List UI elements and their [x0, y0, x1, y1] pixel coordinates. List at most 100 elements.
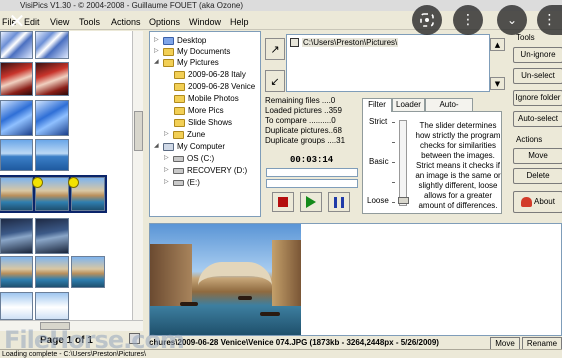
tree-item-label: OS (C:): [187, 154, 215, 163]
drive-icon: [173, 179, 184, 186]
tree-item-label: 2009-06-28 Italy: [188, 70, 246, 79]
folder-icon: [174, 106, 185, 115]
tab-loader[interactable]: Loader: [392, 98, 425, 111]
expand-icon[interactable]: ▷: [164, 153, 171, 164]
thumbnail[interactable]: [35, 100, 69, 136]
collapse-button[interactable]: ⌄: [497, 5, 527, 35]
tree-item-desktop[interactable]: ▷ Desktop: [154, 35, 206, 46]
tree-item-more-pics[interactable]: More Pics: [174, 105, 224, 116]
thumbnail[interactable]: [0, 62, 33, 96]
tree-item-venice[interactable]: 2009-06-28 Venice: [174, 81, 255, 92]
collapse-icon[interactable]: ◢: [154, 57, 161, 68]
tab-auto-select[interactable]: Auto-Select: [425, 98, 473, 121]
folder-icon: [174, 70, 185, 79]
path-list[interactable]: C:\Users\Preston\Pictures\: [286, 34, 490, 92]
stat-to-compare: To compare ..........0: [265, 116, 336, 125]
thumbnail-pane[interactable]: [0, 31, 143, 331]
stat-remaining: Remaining files ....0: [265, 96, 336, 105]
thumbnail[interactable]: [0, 218, 33, 254]
photo-boat: [180, 302, 198, 306]
stat-loaded: Loaded pictures ..359: [265, 106, 342, 115]
settings-tabs: Filter Loader Auto-Select Strict Basic L…: [362, 98, 502, 214]
move-up-button[interactable]: ▲: [490, 38, 505, 51]
filter-panel: Strict Basic Loose The slider determines…: [362, 111, 502, 214]
pause-icon: [334, 196, 344, 208]
path-entry[interactable]: C:\Users\Preston\Pictures\: [290, 38, 399, 47]
thumbnail[interactable]: [0, 100, 33, 136]
thumbnail[interactable]: [35, 139, 69, 171]
move-button[interactable]: Move: [513, 148, 562, 164]
thumbnail[interactable]: [35, 31, 69, 59]
folder-tree[interactable]: ▷ Desktop ▷ My Documents ◢ My Pictures 2009…: [149, 31, 261, 217]
filter-explanation: The slider determines how strictly the p…: [415, 121, 501, 210]
thumbnail[interactable]: [35, 292, 69, 320]
marked-dot-icon: [32, 177, 43, 188]
thumbnail[interactable]: [35, 62, 69, 96]
expand-icon[interactable]: ▷: [164, 165, 171, 176]
stop-button[interactable]: [272, 192, 294, 212]
arrow-down-icon: ▼: [494, 79, 501, 88]
expand-icon[interactable]: ▷: [154, 46, 161, 57]
thumbnail[interactable]: [71, 256, 105, 288]
tree-item-drive-e[interactable]: ▷ (E:): [164, 177, 200, 188]
expand-icon[interactable]: ▷: [154, 35, 161, 46]
tree-item-label: My Documents: [177, 47, 231, 56]
ignore-folder-button[interactable]: Ignore folder: [513, 90, 562, 106]
progress-bar: [266, 179, 358, 188]
tree-item-slide-shows[interactable]: Slide Shows: [174, 117, 232, 128]
thumbnail[interactable]: [0, 256, 33, 288]
thumbnail[interactable]: [0, 139, 33, 171]
thumbnail[interactable]: [35, 218, 69, 254]
strictness-slider[interactable]: [398, 120, 409, 206]
expand-icon[interactable]: ▷: [164, 177, 171, 188]
folder-icon: [163, 47, 174, 56]
collapse-icon[interactable]: ◢: [154, 141, 161, 152]
menu-actions[interactable]: Actions: [111, 17, 141, 27]
auto-select-button[interactable]: Auto-select: [513, 111, 562, 127]
thumbnail-selected[interactable]: [0, 175, 35, 213]
tree-item-zune[interactable]: ▷ Zune: [164, 129, 205, 140]
close-icon[interactable]: ✕: [2, 6, 32, 36]
expand-icon[interactable]: ▷: [164, 129, 171, 140]
tree-item-drive-d[interactable]: ▷ RECOVERY (D:): [164, 165, 247, 176]
image-preview: [149, 223, 562, 336]
delete-button[interactable]: Delete: [513, 168, 562, 184]
thumbnail-vertical-scrollbar[interactable]: [132, 31, 143, 331]
un-ignore-button[interactable]: Un-ignore: [513, 47, 562, 63]
elapsed-timer: 00:03:14: [290, 155, 334, 165]
more-options-button-2[interactable]: ⋮: [537, 5, 562, 35]
more-vertical-icon: ⋮: [461, 12, 475, 28]
loose-label: Loose: [367, 196, 389, 205]
slider-knob[interactable]: [398, 197, 409, 204]
menu-help[interactable]: Help: [230, 17, 249, 27]
tab-filter[interactable]: Filter: [362, 98, 392, 112]
tree-item-italy[interactable]: 2009-06-28 Italy: [174, 69, 246, 80]
add-path-button[interactable]: ↗: [265, 38, 285, 60]
tree-item-my-pictures[interactable]: ◢ My Pictures: [154, 57, 219, 68]
tree-item-my-computer[interactable]: ◢ My Computer: [154, 141, 225, 152]
un-select-button[interactable]: Un-select: [513, 68, 562, 84]
drive-icon: [173, 155, 184, 162]
tree-item-drive-c[interactable]: ▷ OS (C:): [164, 153, 214, 164]
lens-search-button[interactable]: [412, 5, 442, 35]
move-down-button[interactable]: ▼: [490, 77, 505, 90]
more-options-button[interactable]: ⋮: [453, 5, 483, 35]
tree-item-my-documents[interactable]: ▷ My Documents: [154, 46, 230, 57]
about-button[interactable]: About: [513, 191, 562, 213]
menu-view[interactable]: View: [50, 17, 69, 27]
heart-icon: [521, 197, 533, 207]
chevron-down-icon: ⌄: [506, 13, 518, 27]
tree-item-mobile-photos[interactable]: Mobile Photos: [174, 93, 239, 104]
remove-path-button[interactable]: ↙: [265, 70, 285, 92]
arrow-up-icon: ▲: [494, 40, 501, 49]
play-button[interactable]: [300, 192, 322, 212]
tree-item-label: Zune: [187, 130, 206, 139]
menu-options[interactable]: Options: [149, 17, 180, 27]
thumbnail[interactable]: [0, 292, 33, 320]
path-checkbox[interactable]: [290, 38, 299, 47]
menu-window[interactable]: Window: [189, 17, 221, 27]
pause-button[interactable]: [328, 192, 350, 212]
thumbnail[interactable]: [35, 256, 69, 288]
menu-tools[interactable]: Tools: [79, 17, 100, 27]
scroll-thumb[interactable]: [134, 111, 143, 151]
